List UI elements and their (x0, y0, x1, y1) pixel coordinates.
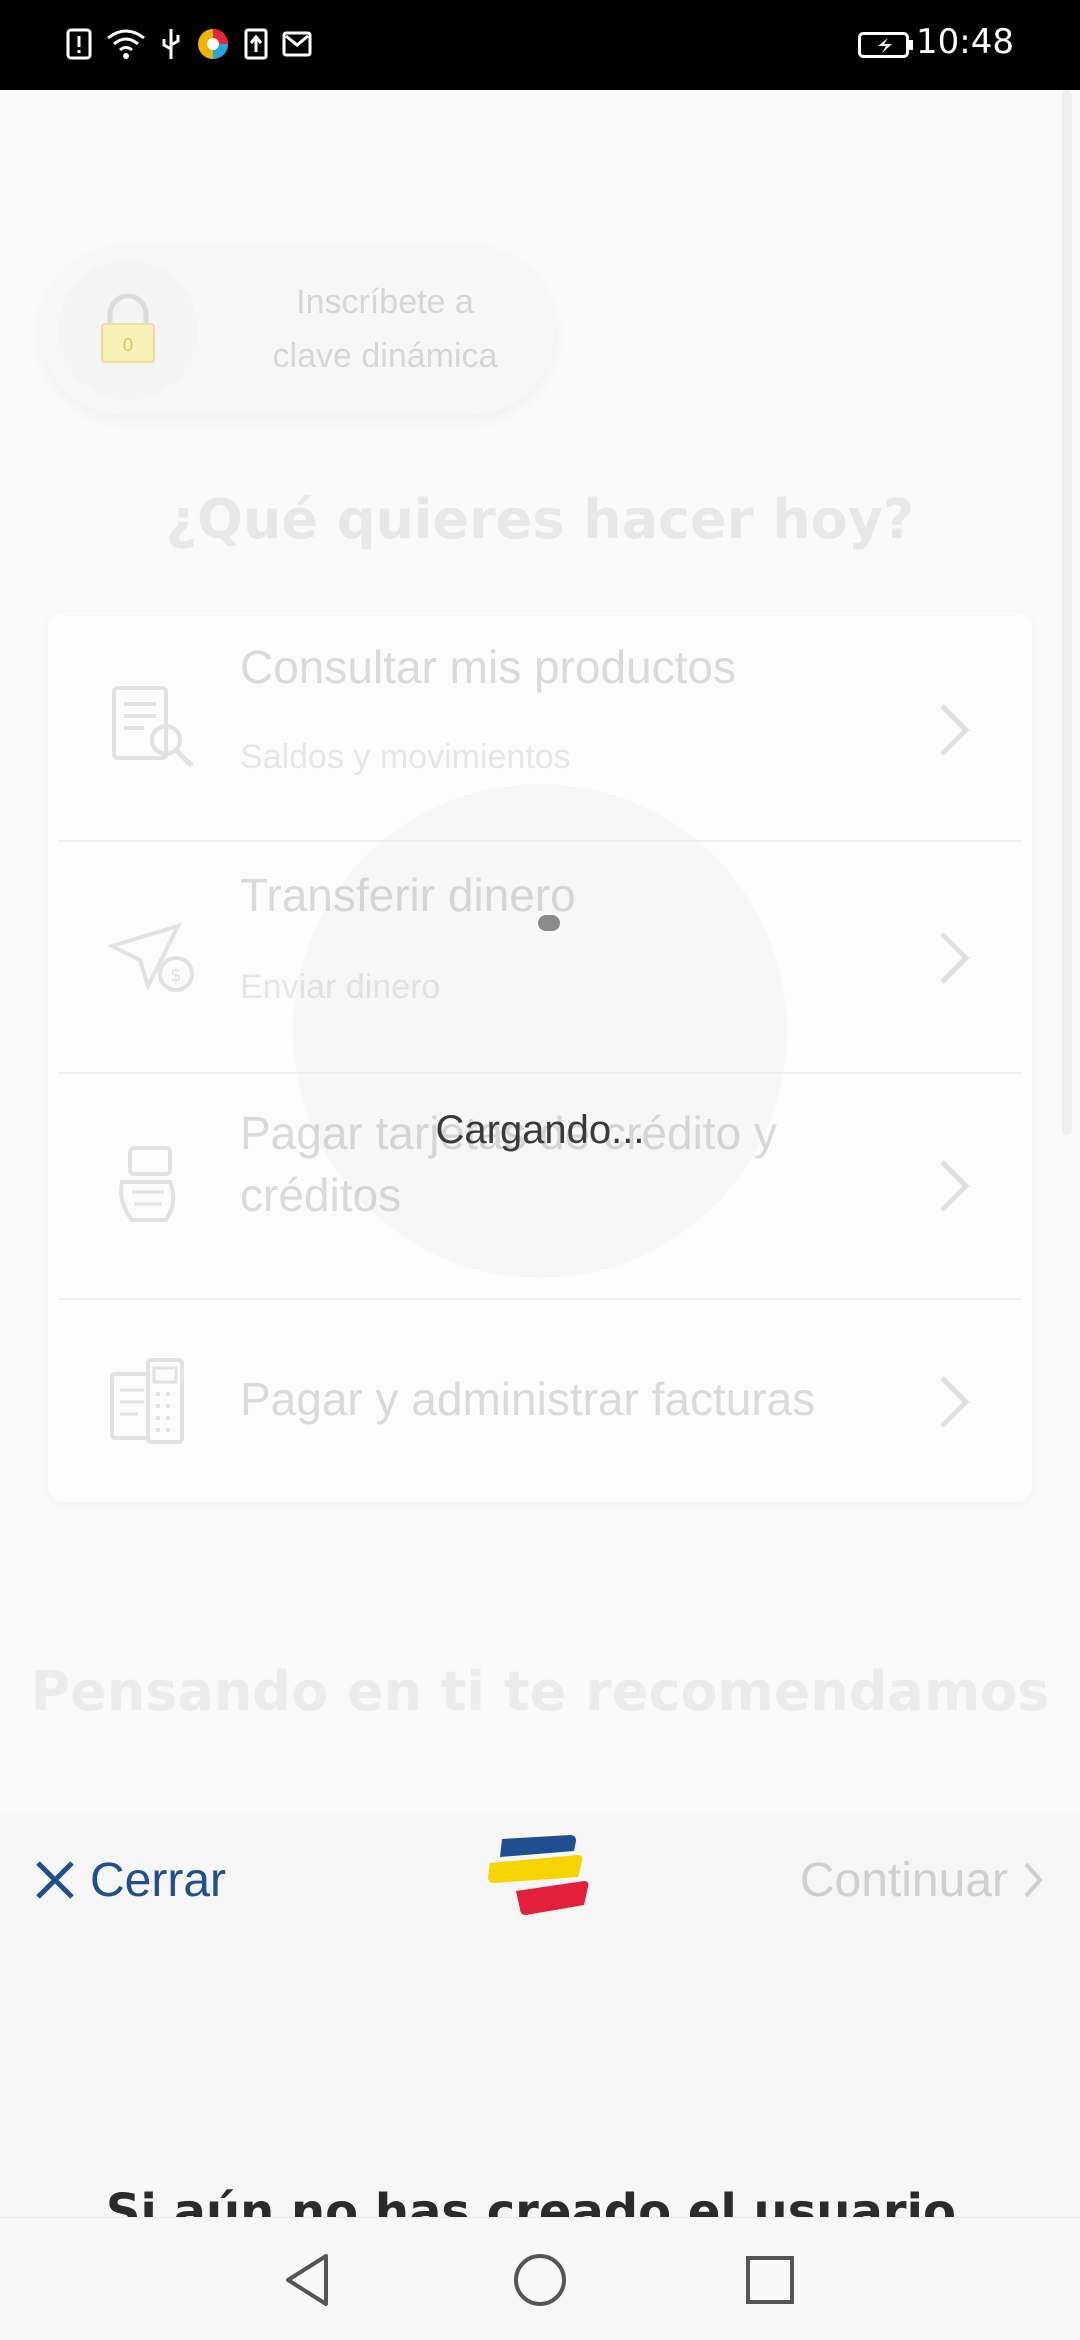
home-icon[interactable] (508, 2248, 572, 2312)
alert-icon (66, 28, 92, 60)
lock-digit: 0 (122, 335, 133, 356)
instructions-text: Si aún no has creado el usuario, ingresa… (0, 2186, 1080, 2217)
usb-icon (162, 29, 180, 59)
card-hand-icon (119, 1146, 176, 1222)
app-icon (198, 29, 228, 59)
wifi-icon (107, 29, 145, 59)
status-bar: 10:48 (0, 0, 1080, 90)
menu-item-title: Consultar mis productos (240, 641, 736, 693)
lock-circle: 0 (58, 260, 198, 400)
loading-text: Cargando... (435, 1108, 645, 1152)
chevron-right-icon (940, 932, 970, 984)
scrollbar[interactable] (1062, 90, 1072, 1135)
close-button[interactable]: Cerrar (34, 1845, 226, 1915)
chevron-right-icon (1024, 1862, 1043, 1898)
navigation-bar (0, 2217, 1080, 2340)
enroll-text: Inscríbete a clave dinámica (230, 275, 540, 383)
clock: 10:48 (916, 22, 1014, 62)
mail-icon (282, 31, 312, 57)
chevron-right-icon (940, 704, 970, 756)
enroll-dynamic-key-button[interactable]: 0 Inscríbete a clave dinámica (40, 245, 555, 415)
document-search-icon (112, 686, 194, 768)
battery-icon (858, 32, 913, 58)
menu-item-title: Pagar y administrar facturas (240, 1373, 816, 1425)
paper-plane-money-icon: $ (108, 922, 194, 992)
instructions-text-line: Si aún no has creado el usuario, ingresa… (105, 2186, 975, 2217)
status-icons (66, 27, 312, 61)
recents-icon[interactable] (738, 2248, 802, 2312)
menu-item-subtitle: Saldos y movimientos (240, 738, 571, 776)
bill-calculator-icon (110, 1358, 184, 1444)
page-title: ¿Qué quieres hacer hoy? (165, 488, 915, 551)
chevron-right-icon (940, 1376, 970, 1428)
upload-icon (244, 28, 268, 60)
enroll-line-2: clave dinámica (272, 337, 498, 375)
continue-label: Continuar (799, 1853, 1008, 1907)
loading-spinner-icon (538, 915, 560, 931)
recommend-heading: Pensando en ti te recomendamos (30, 1660, 1050, 1723)
enroll-line-1: Inscríbete a (296, 283, 474, 321)
continue-button[interactable]: Continuar (800, 1845, 1044, 1915)
lock-icon: 0 (101, 294, 155, 363)
loading-backdrop (293, 784, 787, 1278)
menu-item-facturas[interactable]: Pagar y administrar facturas (58, 1300, 1022, 1502)
chevron-right-icon (940, 1160, 970, 1212)
bank-logo (488, 1835, 589, 1915)
bottom-sheet: Cerrar Continuar (0, 1815, 1080, 2217)
close-icon (36, 1861, 74, 1899)
close-label: Cerrar (90, 1853, 227, 1907)
back-icon[interactable] (278, 2248, 342, 2312)
svg-text:$: $ (170, 965, 181, 986)
